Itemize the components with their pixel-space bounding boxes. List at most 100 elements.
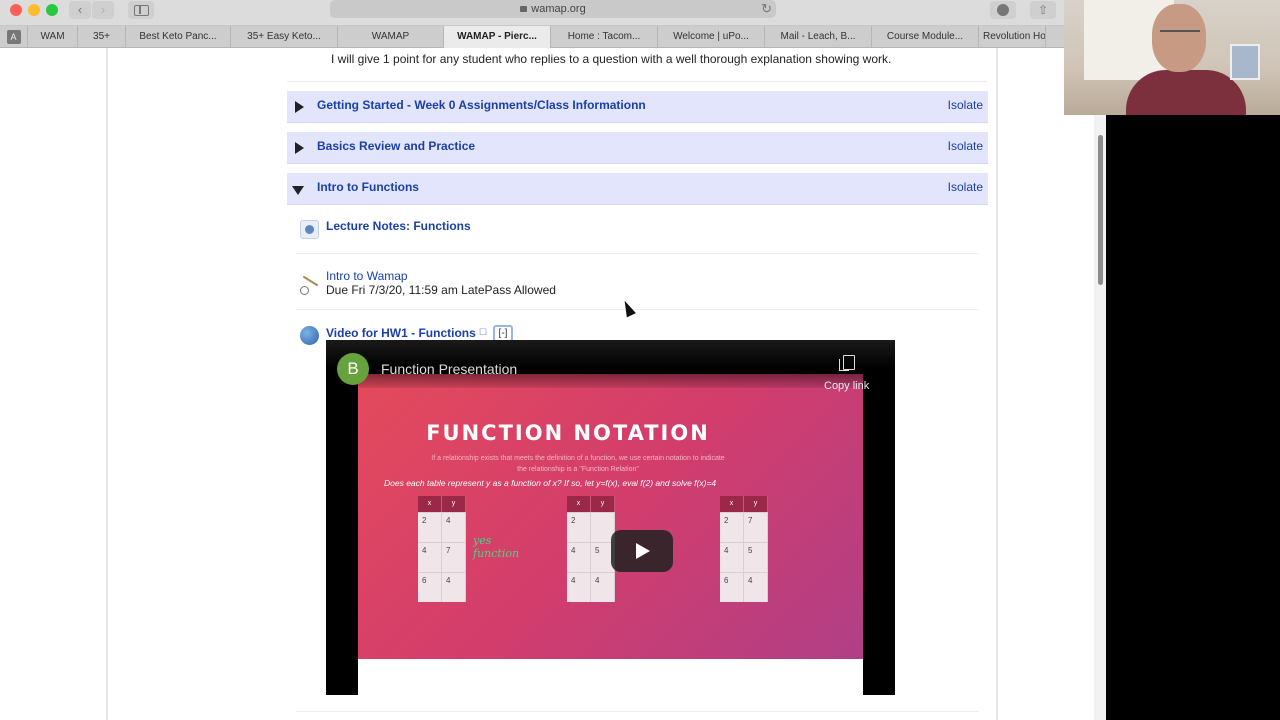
table-cell: 4 xyxy=(567,573,591,602)
tab-item[interactable]: WAMAP xyxy=(338,26,444,48)
handwritten-note: yes function xyxy=(473,534,520,560)
slide-heading: FUNCTION NOTATION xyxy=(426,421,710,445)
block-title[interactable]: Intro to Functions xyxy=(317,180,419,194)
table-cell: 2 xyxy=(567,513,591,542)
copy-link-label[interactable]: Copy link xyxy=(824,380,869,392)
external-link-icon: ☐ xyxy=(479,327,488,337)
table-header: x xyxy=(720,496,744,512)
tab-bar: A WAM 35+ Best Keto Panc... 35+ Easy Ket… xyxy=(0,26,1064,48)
table-cell: 7 xyxy=(744,513,768,542)
tab-item[interactable]: Home : Tacom... xyxy=(551,26,658,48)
video-slide: FUNCTION NOTATION If a relationship exis… xyxy=(358,374,863,659)
isolate-link[interactable]: Isolate xyxy=(948,98,983,112)
page-border xyxy=(106,48,108,720)
slide-table: xy 24 47 64 xyxy=(418,496,466,602)
block-title[interactable]: Getting Started - Week 0 Assignments/Cla… xyxy=(317,98,646,112)
browser-toolbar: ‹ › wamap.org ↻ ⇧ xyxy=(0,0,1064,26)
tab-item-active[interactable]: WAMAP - Pierc... xyxy=(444,26,551,48)
tab-item[interactable]: Best Keto Panc... xyxy=(126,26,231,48)
download-icon[interactable] xyxy=(990,1,1016,19)
window-close-button[interactable] xyxy=(10,4,22,16)
table-cell: 6 xyxy=(720,573,744,602)
expand-arrow-icon[interactable] xyxy=(295,142,304,154)
block-title[interactable]: Basics Review and Practice xyxy=(317,139,475,153)
table-header: y xyxy=(591,496,615,512)
table-header: x xyxy=(418,496,442,512)
table-cell: 4 xyxy=(442,513,466,542)
slide-table: xy 2 45 44 xyxy=(567,496,615,602)
scrollbar-thumb[interactable] xyxy=(1098,135,1103,285)
due-date-text: Due Fri 7/3/20, 11:59 am LatePass Allowe… xyxy=(326,283,556,297)
play-button[interactable] xyxy=(611,530,673,572)
tab-item[interactable]: 35+ xyxy=(78,26,126,48)
tab-item[interactable]: Welcome | uPo... xyxy=(658,26,765,48)
slide-question: Does each table represent y as a functio… xyxy=(384,478,717,488)
webcam-photo-frame xyxy=(1230,44,1260,80)
table-cell: 6 xyxy=(418,573,442,602)
isolate-link[interactable]: Isolate xyxy=(948,139,983,153)
divider xyxy=(287,81,987,82)
table-header: y xyxy=(442,496,466,512)
table-cell: 2 xyxy=(418,513,442,542)
expand-arrow-icon[interactable] xyxy=(295,101,304,113)
forward-icon[interactable]: › xyxy=(92,1,114,19)
pinned-tab-icon: A xyxy=(6,30,21,44)
tab-pinned[interactable]: A xyxy=(0,26,28,48)
table-cell: 4 xyxy=(442,573,466,602)
webcam-overlay xyxy=(1064,0,1280,115)
item-link[interactable]: Intro to Wamap xyxy=(326,269,408,283)
window-maximize-button[interactable] xyxy=(46,4,58,16)
window-minimize-button[interactable] xyxy=(28,4,40,16)
item-link[interactable]: Lecture Notes: Functions xyxy=(326,219,471,233)
video-player[interactable]: FUNCTION NOTATION If a relationship exis… xyxy=(326,340,895,695)
collapse-arrow-icon[interactable] xyxy=(292,186,304,195)
table-cell: 7 xyxy=(442,543,466,572)
intro-text: I will give 1 point for any student who … xyxy=(331,52,892,66)
globe-icon xyxy=(300,326,319,345)
reload-icon[interactable]: ↻ xyxy=(761,0,772,18)
channel-avatar[interactable]: B xyxy=(337,353,369,385)
tab-item[interactable]: Course Module... xyxy=(872,26,979,48)
sidebar-toggle-icon[interactable] xyxy=(128,1,154,19)
item-link[interactable]: Video for HW1 - Functions xyxy=(326,326,476,340)
block-intro-functions[interactable]: Intro to Functions Isolate xyxy=(287,173,988,205)
tab-item[interactable]: 35+ Easy Keto... xyxy=(231,26,338,48)
list-item-assessment: Intro to Wamap Due Fri 7/3/20, 11:59 am … xyxy=(296,264,979,310)
address-text: wamap.org xyxy=(531,3,586,15)
tab-item[interactable]: Revolution Ho xyxy=(979,26,1046,48)
webcam-person-head xyxy=(1152,4,1206,72)
block-getting-started[interactable]: Getting Started - Week 0 Assignments/Cla… xyxy=(287,91,988,123)
address-bar[interactable]: wamap.org ↻ xyxy=(330,0,776,18)
back-icon[interactable]: ‹ xyxy=(69,1,91,19)
page-border xyxy=(996,48,998,720)
webcam-person-glasses xyxy=(1160,30,1200,36)
slide-table: xy 27 45 64 xyxy=(720,496,768,602)
lock-icon xyxy=(520,6,528,12)
tab-item[interactable]: WAM xyxy=(28,26,78,48)
video-title-bar: B Function Presentation Copy link xyxy=(326,340,895,392)
copy-link-icon[interactable] xyxy=(839,355,855,371)
slide-subtext: If a relationship exists that meets the … xyxy=(431,455,725,473)
table-cell: 4 xyxy=(744,573,768,602)
table-cell: 4 xyxy=(720,543,744,572)
slide-bottom-area xyxy=(358,659,863,695)
page-content: I will give 1 point for any student who … xyxy=(0,48,1106,720)
assessment-icon xyxy=(300,272,319,295)
table-cell: 4 xyxy=(567,543,591,572)
webcam-person-shirt xyxy=(1126,70,1246,115)
table-cell: 2 xyxy=(720,513,744,542)
table-cell: 5 xyxy=(744,543,768,572)
video-title[interactable]: Function Presentation xyxy=(381,361,517,377)
table-cell: 4 xyxy=(591,573,615,602)
dark-panel xyxy=(1106,115,1280,720)
list-item-lecture-notes: Lecture Notes: Functions xyxy=(296,214,979,254)
table-header: x xyxy=(567,496,591,512)
table-header: y xyxy=(744,496,768,512)
document-icon xyxy=(300,220,319,239)
scrollbar[interactable] xyxy=(1094,115,1106,720)
table-cell: 4 xyxy=(418,543,442,572)
isolate-link[interactable]: Isolate xyxy=(948,180,983,194)
tab-item[interactable]: Mail - Leach, B... xyxy=(765,26,872,48)
share-icon[interactable]: ⇧ xyxy=(1030,1,1056,19)
block-basics-review[interactable]: Basics Review and Practice Isolate xyxy=(287,132,988,164)
